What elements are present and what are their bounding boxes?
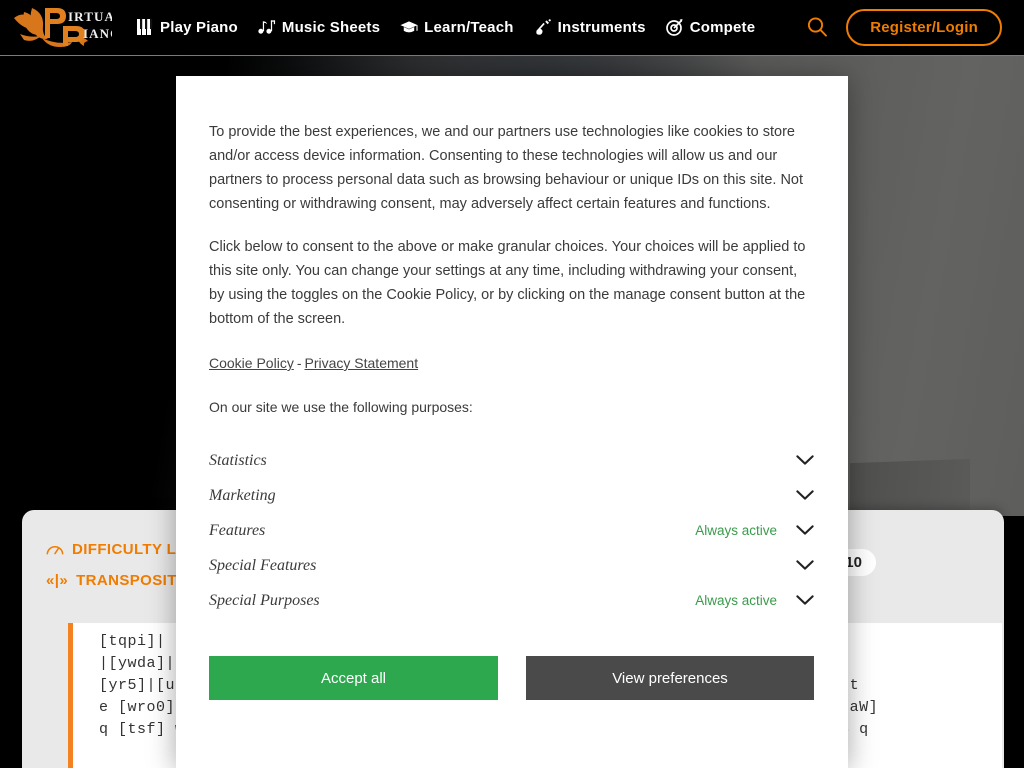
purpose-label: Statistics — [209, 451, 267, 469]
nav-label: Instruments — [557, 18, 646, 36]
difficulty-level-label: DIFFICULTY L — [72, 540, 177, 558]
purpose-row-special-purposes[interactable]: Special Purposes Always active — [209, 583, 815, 618]
cookie-paragraph-1: To provide the best experiences, we and … — [209, 124, 804, 212]
purpose-label: Marketing — [209, 486, 276, 504]
link-separator: - — [296, 355, 302, 371]
header-accent-line — [0, 55, 1024, 56]
nav-item-compete[interactable]: Compete — [656, 12, 766, 42]
svg-text:IRTUAL: IRTUAL — [68, 9, 112, 24]
purpose-row-special-features[interactable]: Special Features — [209, 548, 815, 583]
purposes-intro-text: On our site we use the following purpose… — [209, 399, 473, 415]
cookie-consent-dialog: To provide the best experiences, we and … — [176, 76, 848, 768]
transpose-icon: «|» — [46, 572, 69, 589]
chevron-down-icon[interactable] — [795, 451, 815, 471]
page-root: IRTUAL IANO Play Piano — [0, 0, 1024, 768]
purpose-status: Always active — [695, 523, 777, 538]
purpose-row-statistics[interactable]: Statistics — [209, 443, 815, 478]
chevron-down-icon[interactable] — [795, 486, 815, 506]
site-header: IRTUAL IANO Play Piano — [0, 0, 1024, 55]
register-login-button[interactable]: Register/Login — [846, 8, 1002, 46]
view-preferences-button[interactable]: View preferences — [526, 656, 814, 700]
main-navigation: Play Piano Music Sheets Learn/Teach Inst… — [126, 12, 765, 42]
privacy-statement-link[interactable]: Privacy Statement — [305, 355, 419, 371]
site-logo[interactable]: IRTUAL IANO — [8, 4, 112, 50]
target-dart-icon — [666, 18, 684, 36]
purpose-status: Always active — [695, 593, 777, 608]
gauge-icon — [46, 540, 64, 558]
cookie-actions: Accept all View preferences — [209, 656, 815, 700]
music-notes-icon — [258, 18, 276, 36]
chevron-down-icon[interactable] — [795, 556, 815, 576]
purpose-row-features[interactable]: Features Always active — [209, 513, 815, 548]
nav-item-play-piano[interactable]: Play Piano — [126, 12, 248, 42]
nav-item-music-sheets[interactable]: Music Sheets — [248, 12, 390, 42]
nav-label: Music Sheets — [281, 18, 381, 36]
graduation-cap-icon — [400, 18, 418, 36]
chevron-down-icon[interactable] — [795, 591, 815, 611]
nav-label: Compete — [689, 18, 756, 36]
cookie-policy-links: Cookie Policy - Privacy Statement — [209, 355, 815, 371]
accept-all-button[interactable]: Accept all — [209, 656, 498, 700]
piano-keys-icon — [136, 18, 154, 36]
purpose-label: Special Features — [209, 556, 317, 574]
nav-label: Play Piano — [160, 18, 238, 36]
nav-item-learn-teach[interactable]: Learn/Teach — [390, 12, 523, 42]
chevron-down-icon[interactable] — [795, 521, 815, 541]
nav-label: Learn/Teach — [424, 18, 514, 36]
cookie-policy-link[interactable]: Cookie Policy — [209, 355, 294, 371]
purpose-label: Features — [209, 521, 266, 539]
svg-text:IANO: IANO — [83, 26, 112, 41]
transposition-label: TRANSPOSIT — [76, 572, 177, 589]
guitar-icon — [534, 18, 552, 36]
search-icon[interactable] — [806, 16, 828, 38]
cookie-paragraph-2: Click below to consent to the above or m… — [209, 239, 806, 327]
purpose-label: Special Purposes — [209, 591, 320, 609]
cookie-description: To provide the best experiences, we and … — [209, 76, 815, 331]
purpose-row-marketing[interactable]: Marketing — [209, 478, 815, 513]
nav-item-instruments[interactable]: Instruments — [524, 12, 656, 42]
header-actions: Register/Login — [806, 8, 1024, 46]
purposes-list: Statistics Marketing Features Always act… — [209, 443, 815, 618]
